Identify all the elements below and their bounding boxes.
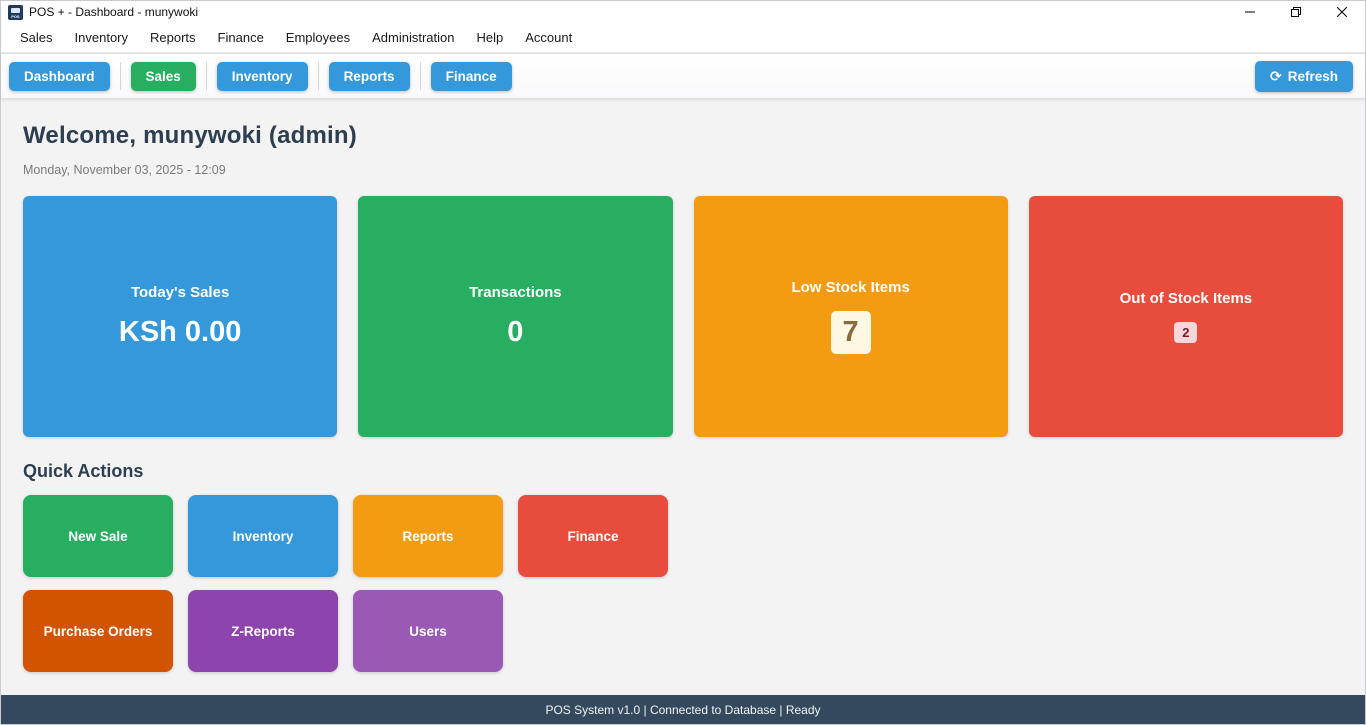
toolbar-dashboard-button[interactable]: Dashboard <box>9 62 110 91</box>
status-bar: POS System v1.0 | Connected to Database … <box>1 695 1365 724</box>
quick-actions-row-1: New Sale Inventory Reports Finance <box>23 495 1343 577</box>
title-bar: POS + - Dashboard - munywoki <box>1 1 1365 23</box>
reports-button[interactable]: Reports <box>353 495 503 577</box>
menu-administration[interactable]: Administration <box>361 24 465 51</box>
stat-card-transactions: Transactions 0 <box>358 196 672 437</box>
toolbar-separator <box>420 62 421 90</box>
stat-label: Low Stock Items <box>791 279 909 296</box>
stat-label: Transactions <box>469 284 562 301</box>
app-icon <box>8 5 23 20</box>
menu-inventory[interactable]: Inventory <box>64 24 139 51</box>
refresh-icon: ⟳ <box>1270 68 1282 85</box>
finance-button[interactable]: Finance <box>518 495 668 577</box>
stat-card-low-stock: Low Stock Items 7 <box>694 196 1008 437</box>
z-reports-button[interactable]: Z-Reports <box>188 590 338 672</box>
toolbar-separator <box>206 62 207 90</box>
menu-finance[interactable]: Finance <box>207 24 275 51</box>
stat-label: Out of Stock Items <box>1120 290 1253 307</box>
stat-card-out-of-stock: Out of Stock Items 2 <box>1029 196 1343 437</box>
toolbar-inventory-button[interactable]: Inventory <box>217 62 308 91</box>
refresh-label: Refresh <box>1288 69 1338 84</box>
quick-actions-row-2: Purchase Orders Z-Reports Users <box>23 590 1343 672</box>
stat-label: Today's Sales <box>131 284 229 301</box>
pos-dashboard-window: { "window": { "title": "POS + - Dashboar… <box>0 0 1366 725</box>
out-of-stock-badge: 2 <box>1174 322 1197 343</box>
toolbar-separator <box>318 62 319 90</box>
quick-actions-heading: Quick Actions <box>23 461 1343 482</box>
menu-reports[interactable]: Reports <box>139 24 207 51</box>
window-title: POS + - Dashboard - munywoki <box>29 5 1227 19</box>
status-text: POS System v1.0 | Connected to Database … <box>545 703 820 717</box>
menu-account[interactable]: Account <box>514 24 583 51</box>
menu-bar: Sales Inventory Reports Finance Employee… <box>1 23 1365 53</box>
refresh-button[interactable]: ⟳ Refresh <box>1255 61 1353 92</box>
stat-card-todays-sales: Today's Sales KSh 0.00 <box>23 196 337 437</box>
close-button[interactable] <box>1319 1 1365 23</box>
users-button[interactable]: Users <box>353 590 503 672</box>
welcome-heading: Welcome, munywoki (admin) <box>23 122 1343 150</box>
menu-help[interactable]: Help <box>465 24 514 51</box>
stat-value: KSh 0.00 <box>119 316 242 349</box>
window-controls <box>1227 1 1365 23</box>
datetime-text: Monday, November 03, 2025 - 12:09 <box>23 163 1343 177</box>
toolbar-sales-button[interactable]: Sales <box>131 62 196 91</box>
toolbar-reports-button[interactable]: Reports <box>329 62 410 91</box>
toolbar: Dashboard Sales Inventory Reports Financ… <box>1 53 1365 98</box>
stat-value: 0 <box>507 316 523 349</box>
menu-employees[interactable]: Employees <box>275 24 361 51</box>
toolbar-separator <box>120 62 121 90</box>
purchase-orders-button[interactable]: Purchase Orders <box>23 590 173 672</box>
dashboard-content: Welcome, munywoki (admin) Monday, Novemb… <box>1 98 1365 672</box>
stat-cards: Today's Sales KSh 0.00 Transactions 0 Lo… <box>23 196 1343 437</box>
new-sale-button[interactable]: New Sale <box>23 495 173 577</box>
restore-button[interactable] <box>1273 1 1319 23</box>
toolbar-finance-button[interactable]: Finance <box>431 62 512 91</box>
minimize-button[interactable] <box>1227 1 1273 23</box>
low-stock-badge: 7 <box>831 311 871 354</box>
menu-sales[interactable]: Sales <box>9 24 64 51</box>
inventory-button[interactable]: Inventory <box>188 495 338 577</box>
